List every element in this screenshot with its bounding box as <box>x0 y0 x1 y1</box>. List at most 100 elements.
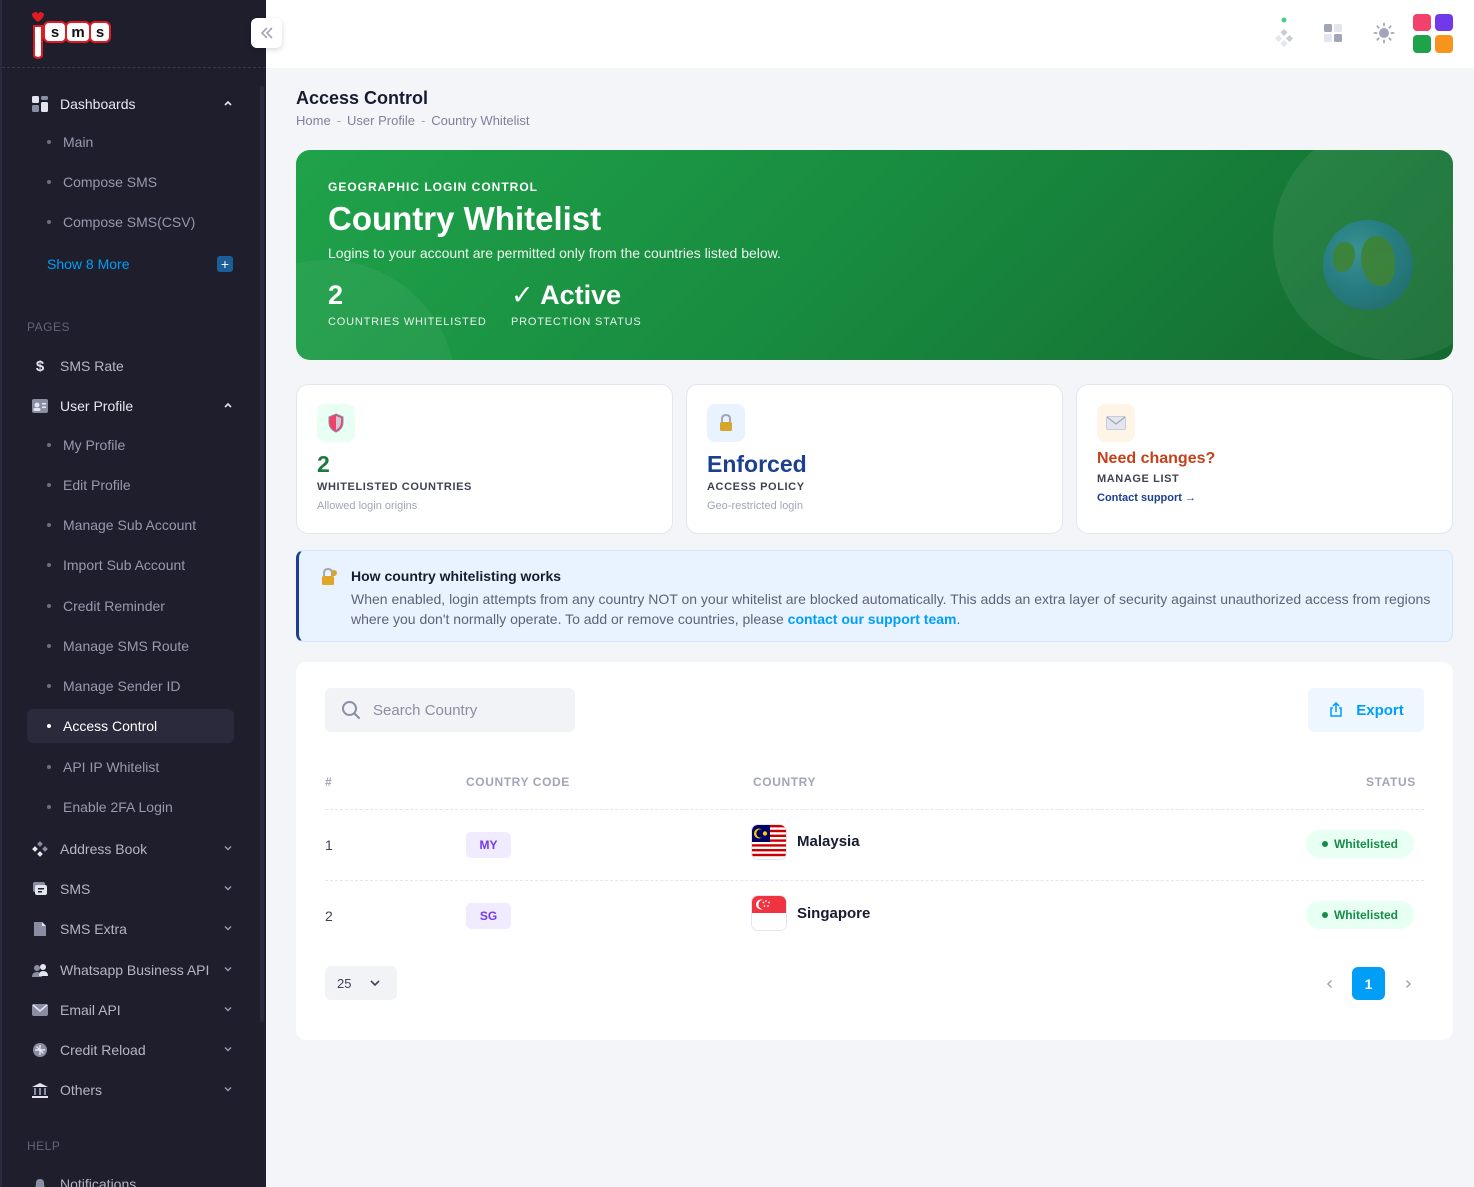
sidebar-subitem-my-profile[interactable]: My Profile <box>27 428 234 462</box>
breadcrumb-separator: - <box>336 113 342 128</box>
column-header-status[interactable]: STATUS <box>1366 775 1416 789</box>
sidebar-item-label: Dashboards <box>60 96 136 112</box>
contact-support-link[interactable]: Contact support → <box>1097 492 1196 504</box>
pagination-next-button[interactable] <box>1391 967 1424 1000</box>
column-header-country-code[interactable]: COUNTRY CODE <box>466 775 570 789</box>
sidebar-collapse-button[interactable] <box>251 18 282 48</box>
card-value: Enforced <box>707 451 807 477</box>
row-divider <box>325 809 1424 810</box>
sidebar-subitem-compose-sms[interactable]: Compose SMS <box>27 165 234 199</box>
chevron-up-icon <box>222 98 234 111</box>
hero-title: Country Whitelist <box>328 200 602 237</box>
bullet-icon <box>47 765 51 769</box>
sidebar-subitem-main[interactable]: Main <box>27 125 234 159</box>
sidebar-item-sms-rate[interactable]: $ SMS Rate <box>27 349 237 383</box>
sidebar-item-email-api[interactable]: Email API <box>27 993 237 1027</box>
sidebar-subitem-label: Manage Sub Account <box>63 517 197 533</box>
plus-icon: + <box>217 256 233 272</box>
chevron-down-icon <box>370 980 380 987</box>
export-button[interactable]: Export <box>1308 688 1424 732</box>
sidebar-subitem-manage-sender-id[interactable]: Manage Sender ID <box>27 669 234 703</box>
bullet-icon <box>47 483 51 487</box>
dollar-icon: $ <box>35 357 45 375</box>
pagination-page-1[interactable]: 1 <box>1352 967 1385 1000</box>
theme-sun-icon[interactable] <box>1371 20 1397 46</box>
bullet-icon <box>47 443 51 447</box>
card-subtext: Geo-restricted login <box>707 500 803 512</box>
sidebar-subitem-manage-sms-route[interactable]: Manage SMS Route <box>27 629 234 663</box>
country-code-badge: SG <box>466 903 511 929</box>
card-whitelisted-countries: 2 WHITELISTED COUNTRIES Allowed login or… <box>296 384 673 534</box>
sidebar-item-user-profile[interactable]: User Profile <box>27 389 237 423</box>
sidebar-item-notifications[interactable]: Notifications <box>27 1167 237 1187</box>
breadcrumb-user-profile[interactable]: User Profile <box>347 113 415 128</box>
sidebar-item-address-book[interactable]: Address Book <box>27 832 237 866</box>
page-size-select[interactable]: 25 <box>325 966 397 1000</box>
stat-value: ✓ Active <box>511 280 622 310</box>
bell-icon <box>30 1174 50 1187</box>
section-label-pages: PAGES <box>27 320 70 334</box>
sidebar-subitem-manage-sub-account[interactable]: Manage Sub Account <box>27 508 234 542</box>
bank-icon <box>30 1080 50 1100</box>
sidebar-subitem-label: Compose SMS(CSV) <box>63 214 196 230</box>
sidebar-item-others[interactable]: Others <box>27 1073 237 1107</box>
breadcrumb-home[interactable]: Home <box>296 113 331 128</box>
isms-logo[interactable]: s m s <box>24 8 114 60</box>
chevron-up-icon <box>222 400 234 413</box>
column-header-country[interactable]: COUNTRY <box>753 775 816 789</box>
envelope-icon <box>30 1000 50 1020</box>
sidebar-item-credit-reload[interactable]: Credit Reload <box>27 1033 237 1067</box>
search-icon <box>342 701 360 719</box>
envelope-icon <box>1097 404 1135 442</box>
chevron-down-icon <box>222 1084 234 1097</box>
double-chevron-left-icon <box>260 27 273 39</box>
row-divider <box>325 880 1424 881</box>
sidebar-item-whatsapp-api[interactable]: Whatsapp Business API <box>27 953 237 987</box>
malaysia-flag-icon <box>752 825 786 859</box>
sidebar-item-sms-extra[interactable]: SMS Extra <box>27 912 237 946</box>
contact-support-team-link[interactable]: contact our support team <box>788 611 957 627</box>
hero-stat-countries: 2 COUNTRIES WHITELISTED <box>328 280 487 328</box>
sidebar-subitem-label: Manage SMS Route <box>63 638 190 654</box>
show-more-link[interactable]: Show 8 More + <box>47 254 233 274</box>
sidebar-item-dashboards[interactable]: Dashboards <box>27 87 237 121</box>
sidebar-item-label: Credit Reload <box>60 1042 146 1058</box>
chevron-down-icon <box>222 883 234 896</box>
sidebar-subitem-credit-reminder[interactable]: Credit Reminder <box>27 589 234 623</box>
card-label: WHITELISTED COUNTRIES <box>317 481 472 493</box>
search-input[interactable] <box>373 701 553 719</box>
status-badge: Whitelisted <box>1306 830 1414 858</box>
sidebar-item-label: Others <box>60 1082 103 1098</box>
sidebar-item-label: SMS <box>60 881 91 897</box>
sidebar-item-label: Whatsapp Business API <box>60 962 210 978</box>
sidebar-item-sms[interactable]: SMS <box>27 872 237 906</box>
bullet-icon <box>47 604 51 608</box>
chevron-down-icon <box>222 923 234 936</box>
search-box[interactable] <box>325 688 575 732</box>
country-name: Singapore <box>797 905 871 922</box>
sidebar-subitem-import-sub-account[interactable]: Import Sub Account <box>27 548 234 582</box>
country-table-card: Export # COUNTRY CODE COUNTRY STATUS 1 M… <box>296 662 1453 1040</box>
chevron-down-icon <box>222 1044 234 1057</box>
show-more-label: Show 8 More <box>47 256 130 272</box>
sidebar: s m s Dashboards Main Compose SMS Compos… <box>0 0 266 1187</box>
layout-icon[interactable] <box>1320 20 1346 46</box>
menu-dots-icon[interactable] <box>1271 17 1297 48</box>
sidebar-scrollbar[interactable] <box>260 86 264 1022</box>
chevron-down-icon <box>222 964 234 977</box>
app-grid-icon[interactable] <box>1411 12 1455 54</box>
info-body-tail: . <box>956 611 961 627</box>
sidebar-subitem-compose-sms-csv[interactable]: Compose SMS(CSV) <box>27 205 234 239</box>
hero-banner: GEOGRAPHIC LOGIN CONTROL Country Whiteli… <box>296 150 1453 360</box>
export-icon <box>1330 702 1342 717</box>
sidebar-subitem-api-ip-whitelist[interactable]: API IP Whitelist <box>27 750 234 784</box>
sidebar-subitem-label: API IP Whitelist <box>63 759 160 775</box>
sidebar-subitem-label: Credit Reminder <box>63 598 165 614</box>
sidebar-subitem-access-control[interactable]: Access Control <box>27 709 234 743</box>
sidebar-subitem-enable-2fa[interactable]: Enable 2FA Login <box>27 790 234 824</box>
hero-stat-protection: ✓ Active PROTECTION STATUS <box>511 280 642 328</box>
card-label: MANAGE LIST <box>1097 473 1180 485</box>
pagination-prev-button[interactable] <box>1313 967 1346 1000</box>
bullet-icon <box>47 724 51 728</box>
sidebar-subitem-edit-profile[interactable]: Edit Profile <box>27 468 234 502</box>
